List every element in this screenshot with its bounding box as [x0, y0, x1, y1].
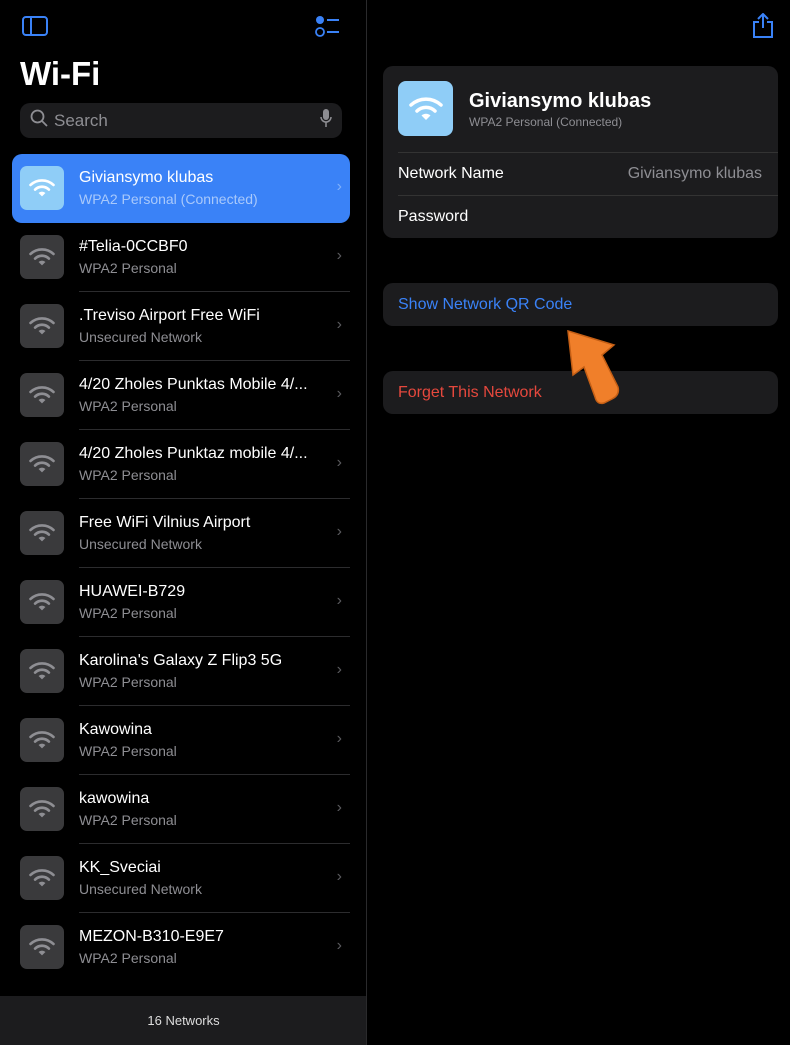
- sidebar-toggle-icon[interactable]: [22, 16, 48, 41]
- wifi-icon: [20, 580, 64, 624]
- network-title: Giviansymo klubas: [469, 90, 652, 112]
- chevron-right-icon: ›: [336, 247, 342, 264]
- wifi-icon: [20, 511, 64, 555]
- network-security: WPA2 Personal: [79, 605, 177, 621]
- wifi-icon: [20, 304, 64, 348]
- network-info-card: Giviansymo klubas WPA2 Personal (Connect…: [383, 66, 778, 238]
- network-name: Kawowina: [79, 721, 152, 738]
- wifi-icon: [20, 925, 64, 969]
- network-security: WPA2 Personal: [79, 743, 177, 759]
- network-name-label: Network Name: [398, 165, 504, 182]
- select-list-icon[interactable]: [314, 15, 340, 42]
- network-row[interactable]: 4/20 Zholes Punktaz mobile 4/... WPA2 Pe…: [12, 430, 350, 499]
- network-row[interactable]: kawowina WPA2 Personal ›: [12, 775, 350, 844]
- network-security: Unsecured Network: [79, 329, 202, 345]
- network-name: Giviansymo klubas: [79, 169, 214, 186]
- network-count: 16 Networks: [0, 996, 366, 1045]
- network-name: #Telia-0CCBF0: [79, 238, 188, 255]
- network-security: WPA2 Personal (Connected): [79, 191, 258, 207]
- network-row[interactable]: Karolina's Galaxy Z Flip3 5G WPA2 Person…: [12, 637, 350, 706]
- chevron-right-icon: ›: [336, 385, 342, 402]
- network-name-row: Network Name Giviansymo klubas: [398, 152, 778, 195]
- wifi-icon: [20, 718, 64, 762]
- page-title: Wi-Fi: [20, 55, 101, 92]
- network-security: Unsecured Network: [79, 536, 202, 552]
- network-row[interactable]: Free WiFi Vilnius Airport Unsecured Netw…: [12, 499, 350, 568]
- chevron-right-icon: ›: [336, 937, 342, 954]
- network-row[interactable]: KK_Sveciai Unsecured Network ›: [12, 844, 350, 913]
- password-label: Password: [398, 208, 469, 225]
- chevron-right-icon: ›: [336, 661, 342, 678]
- network-name: HUAWEI-B729: [79, 583, 186, 600]
- network-name: Free WiFi Vilnius Airport: [79, 514, 251, 531]
- pointer-arrow-icon: [567, 329, 620, 405]
- search-icon: [30, 109, 48, 132]
- network-name: Karolina's Galaxy Z Flip3 5G: [79, 652, 283, 669]
- wifi-icon: [20, 235, 64, 279]
- chevron-right-icon: ›: [336, 868, 342, 885]
- chevron-right-icon: ›: [336, 730, 342, 747]
- show-qr-code-button[interactable]: Show Network QR Code: [383, 283, 778, 326]
- network-security: WPA2 Personal: [79, 398, 177, 414]
- wifi-icon: [398, 81, 453, 136]
- network-security: WPA2 Personal (Connected): [469, 115, 623, 129]
- sidebar: Wi-Fi Search Giviansymo klubas WPA2 Pers…: [0, 0, 367, 1045]
- wifi-icon: [20, 166, 64, 210]
- network-list: Giviansymo klubas WPA2 Personal (Connect…: [12, 154, 350, 982]
- network-name-value: Giviansymo klubas: [627, 165, 762, 182]
- chevron-right-icon: ›: [336, 799, 342, 816]
- chevron-right-icon: ›: [336, 592, 342, 609]
- network-row[interactable]: Kawowina WPA2 Personal ›: [12, 706, 350, 775]
- wifi-icon: [20, 649, 64, 693]
- wifi-icon: [20, 787, 64, 831]
- network-name: 4/20 Zholes Punktaz mobile 4/...: [79, 445, 308, 462]
- network-security: WPA2 Personal: [79, 674, 177, 690]
- network-security: WPA2 Personal: [79, 950, 177, 966]
- wifi-icon: [20, 442, 64, 486]
- chevron-right-icon: ›: [336, 454, 342, 471]
- network-name: .Treviso Airport Free WiFi: [79, 307, 260, 324]
- network-security: Unsecured Network: [79, 881, 202, 897]
- microphone-icon[interactable]: [320, 108, 332, 133]
- network-row[interactable]: Giviansymo klubas WPA2 Personal (Connect…: [12, 154, 350, 223]
- network-security: WPA2 Personal: [79, 260, 177, 276]
- search-input[interactable]: Search: [20, 103, 342, 138]
- network-row[interactable]: #Telia-0CCBF0 WPA2 Personal ›: [12, 223, 350, 292]
- network-name: kawowina: [79, 790, 150, 807]
- network-name: 4/20 Zholes Punktas Mobile 4/...: [79, 376, 308, 393]
- share-icon[interactable]: [752, 12, 774, 44]
- search-placeholder: Search: [54, 110, 108, 130]
- wifi-icon: [20, 856, 64, 900]
- network-security: WPA2 Personal: [79, 467, 177, 483]
- network-row[interactable]: 4/20 Zholes Punktas Mobile 4/... WPA2 Pe…: [12, 361, 350, 430]
- chevron-right-icon: ›: [336, 316, 342, 333]
- chevron-right-icon: ›: [336, 178, 342, 195]
- network-name: KK_Sveciai: [79, 859, 161, 876]
- qr-code-card: Show Network QR Code: [383, 283, 778, 326]
- password-row[interactable]: Password: [398, 195, 778, 238]
- wifi-icon: [20, 373, 64, 417]
- network-row[interactable]: .Treviso Airport Free WiFi Unsecured Net…: [12, 292, 350, 361]
- network-row[interactable]: MEZON-B310-E9E7 WPA2 Personal ›: [12, 913, 350, 982]
- network-security: WPA2 Personal: [79, 812, 177, 828]
- chevron-right-icon: ›: [336, 523, 342, 540]
- network-row[interactable]: HUAWEI-B729 WPA2 Personal ›: [12, 568, 350, 637]
- network-name: MEZON-B310-E9E7: [79, 928, 224, 945]
